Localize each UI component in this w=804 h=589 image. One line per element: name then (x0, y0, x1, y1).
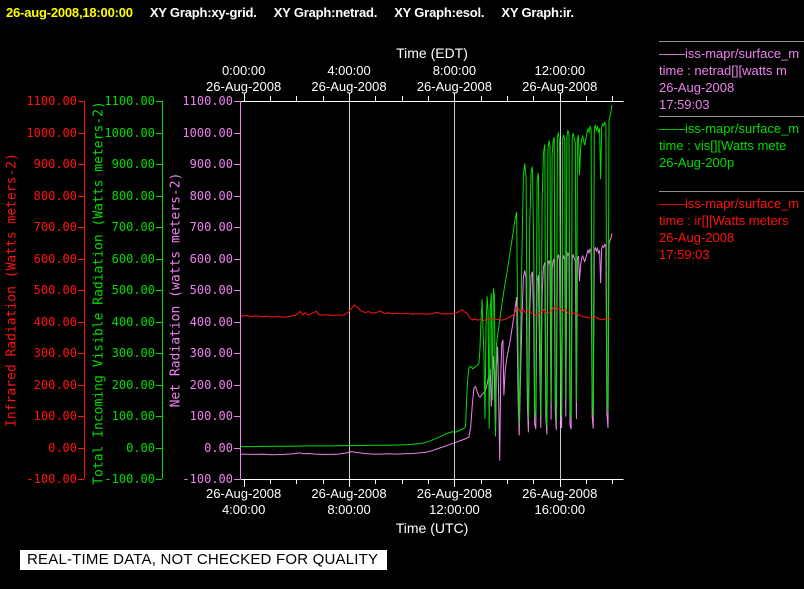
top-axis-date-label: 26-Aug-2008 (311, 79, 387, 94)
ir-axis-title: Infrared Radiation (Watts meters-2) (4, 153, 20, 427)
y-tick-label: 700.00 (33, 220, 77, 234)
legend-line: time : ir[][Watts meters (659, 213, 789, 228)
top-axis-time-label: 12:00:00 (534, 63, 586, 78)
top-axis-date-label: 26-Aug-2008 (522, 79, 598, 94)
legend-line: ——iss-mapr/surface_m (659, 196, 800, 211)
legend-line: ——iss-mapr/surface_m (659, 46, 800, 61)
y-tick-label: 200.00 (33, 377, 77, 392)
series-vis (241, 104, 613, 448)
y-tick-label: 300.00 (33, 346, 77, 360)
legend-line (659, 171, 804, 188)
bottom-axis-date-label: 26-Aug-2008 (311, 486, 387, 501)
y-tick-label: 100.00 (189, 409, 233, 423)
y-tick-label: 500.00 (33, 283, 77, 297)
legend-line: 26-Aug-2008 (659, 230, 735, 245)
legend-line: ——iss-mapr/surface_m (659, 121, 800, 136)
bottom-axis-time-label: 8:00:00 (327, 502, 371, 517)
y-tick-label: -100.00 (26, 472, 77, 486)
y-tick-label: 400.00 (111, 314, 155, 329)
y-tick-label: 500.00 (189, 283, 233, 297)
bottom-axis-time-label: 16:00:00 (534, 502, 586, 517)
y-tick-label: 600.00 (33, 251, 77, 266)
y-tick-label: 800.00 (111, 188, 155, 203)
bottom-axis-title: Time (UTC) (395, 520, 469, 536)
y-tick-label: 100.00 (33, 409, 77, 423)
y-tick-label: 300.00 (189, 346, 233, 360)
y-tick-label: 800.00 (33, 188, 77, 203)
top-axis-title: Time (EDT) (396, 45, 468, 61)
y-tick-label: 1100.00 (182, 94, 233, 108)
y-tick-label: 700.00 (189, 220, 233, 234)
legend-entry-vis: ——iss-mapr/surface_mtime : vis[][Watts m… (659, 116, 804, 191)
y-tick-label: 1100.00 (26, 94, 77, 108)
top-axis-date-label: 26-Aug-2008 (416, 79, 492, 94)
y-tick-label: 1000.00 (182, 125, 233, 140)
legend-entry-netrad: ——iss-mapr/surface_mtime : netrad[][watt… (659, 41, 804, 116)
y-tick-label: 1000.00 (26, 125, 77, 140)
legend-line: 17:59:03 (659, 97, 710, 112)
y-tick-label: 1000.00 (104, 125, 155, 140)
legend-line: 26-Aug-2008 (659, 80, 735, 95)
y-tick-label: 400.00 (33, 314, 77, 329)
bottom-axis-time-label: 4:00:00 (221, 502, 266, 517)
series-ir (240, 304, 612, 322)
y-tick-label: 500.00 (111, 283, 155, 297)
bottom-axis-date-label: 26-Aug-2008 (416, 486, 492, 501)
y-tick-label: 100.00 (111, 409, 155, 423)
y-tick-label: -100.00 (104, 472, 155, 486)
y-tick-label: 400.00 (189, 314, 233, 329)
top-axis-time-label: 8:00:00 (432, 63, 477, 78)
top-axis-time-label: 0:00:00 (221, 63, 266, 78)
bottom-axis-date-label: 26-Aug-2008 (206, 486, 282, 501)
legend-line: time : vis[][Watts mete (659, 138, 787, 153)
top-axis-date-label: 26-Aug-2008 (206, 79, 282, 94)
y-tick-label: 1100.00 (104, 94, 155, 108)
y-tick-label: 900.00 (111, 157, 155, 171)
bottom-axis-date-label: 26-Aug-2008 (522, 486, 598, 501)
y-tick-label: -100.00 (182, 472, 233, 486)
bottom-axis-time-label: 12:00:00 (429, 502, 480, 517)
y-tick-label: 600.00 (189, 251, 233, 266)
instrument-display: 26-aug-2008,18:00:00 XY Graph:xy-grid. XY … (0, 0, 804, 589)
legend-line: 17:59:03 (659, 247, 710, 262)
legend: ——iss-mapr/surface_mtime : netrad[][watt… (659, 41, 804, 266)
y-tick-label: 0.00 (204, 440, 233, 455)
y-tick-label: 800.00 (189, 188, 233, 203)
y-tick-label: 200.00 (111, 377, 155, 392)
quality-notice: REAL-TIME DATA, NOT CHECKED FOR QUALITY (20, 550, 388, 570)
legend-entry-ir: ——iss-mapr/surface_mtime : ir[][Watts me… (659, 191, 804, 266)
y-tick-label: 200.00 (189, 377, 233, 392)
y-tick-label: 300.00 (111, 346, 155, 360)
y-tick-label: 0.00 (48, 440, 77, 455)
y-tick-label: 900.00 (33, 157, 77, 171)
y-tick-label: 900.00 (189, 157, 233, 171)
legend-line: 26-Aug-200p (659, 155, 735, 170)
y-tick-label: 700.00 (111, 220, 155, 234)
top-axis-time-label: 4:00:00 (327, 63, 371, 78)
legend-line: time : netrad[][watts m (659, 63, 787, 78)
y-tick-label: 600.00 (111, 251, 155, 266)
y-tick-label: 0.00 (126, 440, 155, 455)
